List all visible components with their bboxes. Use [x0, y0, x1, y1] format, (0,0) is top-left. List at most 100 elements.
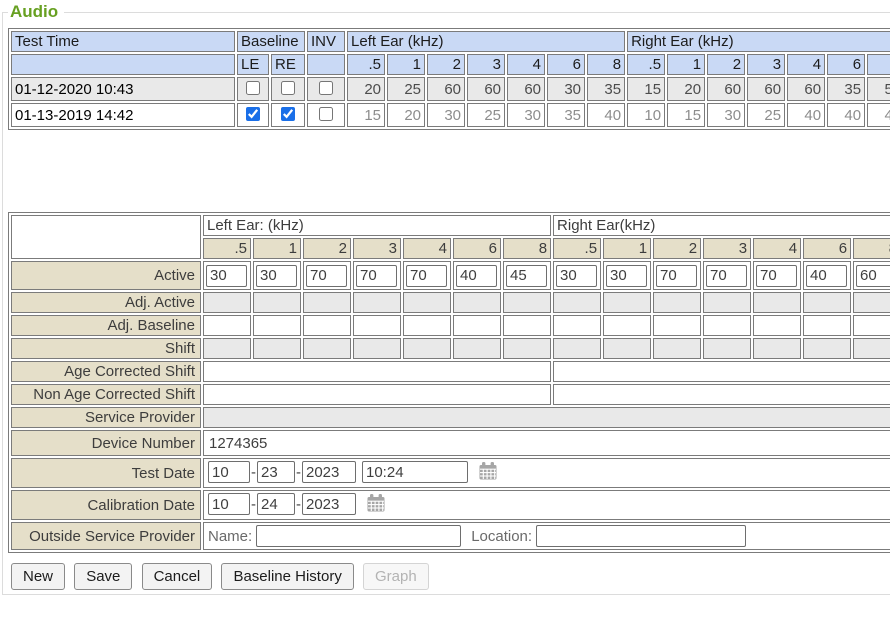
shift-cell — [503, 338, 551, 359]
adj-active-cell — [753, 292, 801, 313]
left-ear-value: 60 — [427, 77, 465, 101]
test-date-month-input[interactable] — [208, 461, 250, 483]
freq-header: 4 — [753, 238, 801, 259]
freq-header: .5 — [203, 238, 251, 259]
freq-header: 4 — [403, 238, 451, 259]
audiogram-detail-table: Left Ear: (kHz) Right Ear(kHz) .5 1 2 3 … — [8, 212, 890, 553]
adj-baseline-cell — [403, 315, 451, 336]
test-date-calendar-icon[interactable] — [478, 461, 498, 485]
adj-active-cell — [503, 292, 551, 313]
age-corrected-shift-left-cell — [203, 361, 551, 382]
inv-checkbox[interactable] — [319, 107, 333, 121]
inv-checkbox[interactable] — [319, 81, 333, 95]
right-ear-value: 60 — [787, 77, 825, 101]
freq-header: 6 — [547, 54, 585, 75]
baseline-history-button[interactable]: Baseline History — [221, 563, 353, 590]
left-ear-value: 35 — [547, 103, 585, 127]
active-right-input[interactable] — [756, 265, 797, 287]
calibration-date-day-input[interactable] — [257, 493, 295, 515]
calibration-date-year-input[interactable] — [302, 493, 356, 515]
adj-baseline-cell — [703, 315, 751, 336]
freq-header: 2 — [707, 54, 745, 75]
test-time-value: 01-12-2020 10:43 — [11, 77, 235, 101]
test-time-value: 01-13-2019 14:42 — [11, 103, 235, 127]
new-button[interactable]: New — [11, 563, 65, 590]
left-ear-value: 30 — [547, 77, 585, 101]
test-time-input[interactable] — [362, 461, 468, 483]
adj-baseline-cell — [353, 315, 401, 336]
active-left-input[interactable] — [456, 265, 497, 287]
col-header-inv: INV — [307, 31, 345, 52]
name-label: Name: — [208, 528, 252, 545]
freq-header: .5 — [347, 54, 385, 75]
active-left-input[interactable] — [206, 265, 247, 287]
active-right-input[interactable] — [856, 265, 890, 287]
adj-baseline-cell — [553, 315, 601, 336]
adj-active-cell — [303, 292, 351, 313]
shift-cell — [203, 338, 251, 359]
shift-cell — [353, 338, 401, 359]
right-ear-value: 15 — [627, 77, 665, 101]
adj-baseline-cell — [753, 315, 801, 336]
outside-provider-name-input[interactable] — [256, 525, 461, 547]
freq-header: 4 — [507, 54, 545, 75]
freq-header: 6 — [453, 238, 501, 259]
row-label-device-number: Device Number — [11, 430, 201, 456]
shift-cell — [453, 338, 501, 359]
left-ear-value: 25 — [387, 77, 425, 101]
date-separator: - — [296, 496, 301, 513]
baseline-le-checkbox[interactable] — [246, 107, 260, 121]
active-left-input[interactable] — [356, 265, 397, 287]
left-ear-value: 20 — [387, 103, 425, 127]
outside-provider-location-input[interactable] — [536, 525, 746, 547]
left-ear-header: Left Ear: (kHz) — [203, 215, 551, 236]
shift-cell — [653, 338, 701, 359]
freq-header: 3 — [703, 238, 751, 259]
adj-baseline-cell — [603, 315, 651, 336]
active-right-input[interactable] — [656, 265, 697, 287]
adj-active-cell — [553, 292, 601, 313]
freq-header: 1 — [667, 54, 705, 75]
test-date-cell: -- — [203, 458, 890, 488]
shift-cell — [253, 338, 301, 359]
right-ear-value: 40 — [827, 103, 865, 127]
active-left-input[interactable] — [406, 265, 447, 287]
active-right-input[interactable] — [806, 265, 847, 287]
calibration-date-calendar-icon[interactable] — [366, 493, 386, 517]
save-button[interactable]: Save — [74, 563, 132, 590]
left-ear-value: 35 — [587, 77, 625, 101]
col-header-re: RE — [271, 54, 305, 75]
page-title: Audio — [8, 2, 64, 22]
left-ear-value: 25 — [467, 103, 505, 127]
active-left-input[interactable] — [256, 265, 297, 287]
right-ear-value: 35 — [827, 77, 865, 101]
freq-header: 2 — [653, 238, 701, 259]
col-header-test-time: Test Time — [11, 31, 235, 52]
active-left-input[interactable] — [506, 265, 547, 287]
left-ear-value: 40 — [587, 103, 625, 127]
col-header-baseline: Baseline — [237, 31, 305, 52]
baseline-re-checkbox[interactable] — [281, 107, 295, 121]
freq-header: 2 — [427, 54, 465, 75]
adj-active-cell — [403, 292, 451, 313]
audio-fieldset: Audio Test Time Baseline INV Left Ear (k… — [2, 2, 890, 595]
calibration-date-month-input[interactable] — [208, 493, 250, 515]
freq-header: .5 — [627, 54, 665, 75]
test-date-day-input[interactable] — [257, 461, 295, 483]
shift-cell — [603, 338, 651, 359]
cancel-button[interactable]: Cancel — [142, 563, 213, 590]
active-right-input[interactable] — [706, 265, 747, 287]
active-right-input[interactable] — [556, 265, 597, 287]
left-ear-value: 60 — [467, 77, 505, 101]
adj-active-cell — [253, 292, 301, 313]
adj-baseline-cell — [453, 315, 501, 336]
baseline-re-checkbox[interactable] — [281, 81, 295, 95]
active-right-input[interactable] — [606, 265, 647, 287]
row-label-non-age-corrected-shift: Non Age Corrected Shift — [11, 384, 201, 405]
baseline-le-checkbox[interactable] — [246, 81, 260, 95]
freq-header: 3 — [747, 54, 785, 75]
date-separator: - — [251, 496, 256, 513]
test-date-year-input[interactable] — [302, 461, 356, 483]
active-left-input[interactable] — [306, 265, 347, 287]
adj-active-cell — [353, 292, 401, 313]
